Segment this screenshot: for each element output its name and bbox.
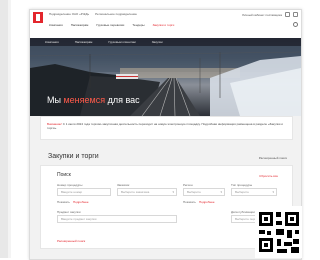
search-icon[interactable] — [293, 22, 298, 27]
procedure-number-input[interactable]: Введите номер — [57, 188, 111, 196]
chevron-down-icon: ▾ — [220, 190, 222, 194]
search-panel-title: Поиск — [57, 172, 71, 178]
hero-menu-item[interactable]: Пассажирам — [75, 40, 93, 44]
hero-title-accent: меняемся — [63, 95, 106, 105]
top-right: Личный кабинет поставщика — [242, 12, 298, 17]
field-label: Предмет закупки — [57, 210, 81, 214]
hero-menu-item[interactable]: Компания — [45, 40, 59, 44]
rzd-logo-icon[interactable] — [33, 12, 43, 23]
extended-search-link[interactable]: Расширенный поиск — [57, 239, 85, 243]
advanced-search-link[interactable]: Расширенный поиск — [259, 156, 287, 160]
nav-item-freight[interactable]: Грузовые перевозки — [96, 23, 124, 27]
field-placeholder: Выберите заказчика — [121, 190, 150, 194]
notice-body: С 1 июля 2024 года торгово-закупочная де… — [47, 122, 283, 130]
field-placeholder: Введите предмет закупки — [61, 217, 97, 221]
top-link-2[interactable]: Региональное подразделение — [95, 12, 137, 16]
hero-menu-bar: Компания Пассажирам Грузовым клиентам За… — [30, 38, 301, 46]
nav-item-tenders[interactable]: Тендеры — [132, 23, 144, 27]
row-link-more[interactable]: Подробнее — [73, 200, 89, 204]
user-icon[interactable] — [285, 12, 290, 17]
hero-title-prefix: Мы — [47, 95, 61, 105]
region-select[interactable]: Выберите ▾ — [183, 188, 225, 196]
hero-title: Мы меняемся для вас — [47, 95, 140, 105]
field-placeholder: Введите номер — [61, 190, 83, 194]
field-label: Тип процедуры — [231, 183, 253, 187]
customer-select[interactable]: Выберите заказчика ▾ — [117, 188, 177, 196]
field-label: Дата публикации — [231, 210, 255, 214]
reset-all-button[interactable]: Сбросить все — [259, 174, 278, 178]
window-edge-inner — [8, 0, 11, 258]
main-nav: Компания Пассажирам Грузовые перевозки Т… — [49, 23, 174, 27]
nav-item-company[interactable]: Компания — [49, 23, 63, 27]
top-links: Подразделение ОАО «РЖД» Региональное под… — [49, 12, 137, 16]
top-bar: Подразделение ОАО «РЖД» Региональное под… — [30, 10, 301, 38]
account-link[interactable]: Личный кабинет поставщика — [242, 13, 282, 17]
field-label: Заказчик — [117, 183, 130, 187]
row-link-more[interactable]: Подробнее — [199, 200, 215, 204]
subject-input[interactable]: Введите предмет закупки — [57, 215, 177, 223]
hero-menu-item[interactable]: Закупки — [152, 40, 163, 44]
nav-item-procurement[interactable]: Закупки и торги — [153, 23, 175, 27]
procurement-title: Закупки и торги — [48, 153, 99, 160]
field-label: Номер процедуры — [57, 183, 83, 187]
chevron-down-icon: ▾ — [272, 190, 274, 194]
row-link-show[interactable]: Показать — [183, 200, 196, 204]
nav-item-passengers[interactable]: Пассажирам — [71, 23, 89, 27]
notice-text: Внимание! С 1 июля 2024 года торгово-зак… — [47, 122, 287, 130]
row-link-show[interactable]: Показать — [57, 200, 70, 204]
hero-banner: Компания Пассажирам Грузовым клиентам За… — [30, 38, 301, 116]
hero-title-suffix: для вас — [107, 95, 140, 105]
hero-menu-item[interactable]: Грузовым клиентам — [108, 40, 135, 44]
chevron-down-icon: ▾ — [172, 190, 174, 194]
field-label: Регион — [183, 183, 193, 187]
qr-code — [255, 206, 302, 258]
field-placeholder: Выберите — [235, 190, 249, 194]
field-placeholder: Выберите — [187, 190, 201, 194]
menu-icon[interactable] — [293, 12, 298, 17]
procedure-type-select[interactable]: Выберите ▾ — [231, 188, 277, 196]
top-link-1[interactable]: Подразделение ОАО «РЖД» — [49, 12, 89, 16]
notice-banner: Внимание! С 1 июля 2024 года торгово-зак… — [40, 116, 293, 140]
